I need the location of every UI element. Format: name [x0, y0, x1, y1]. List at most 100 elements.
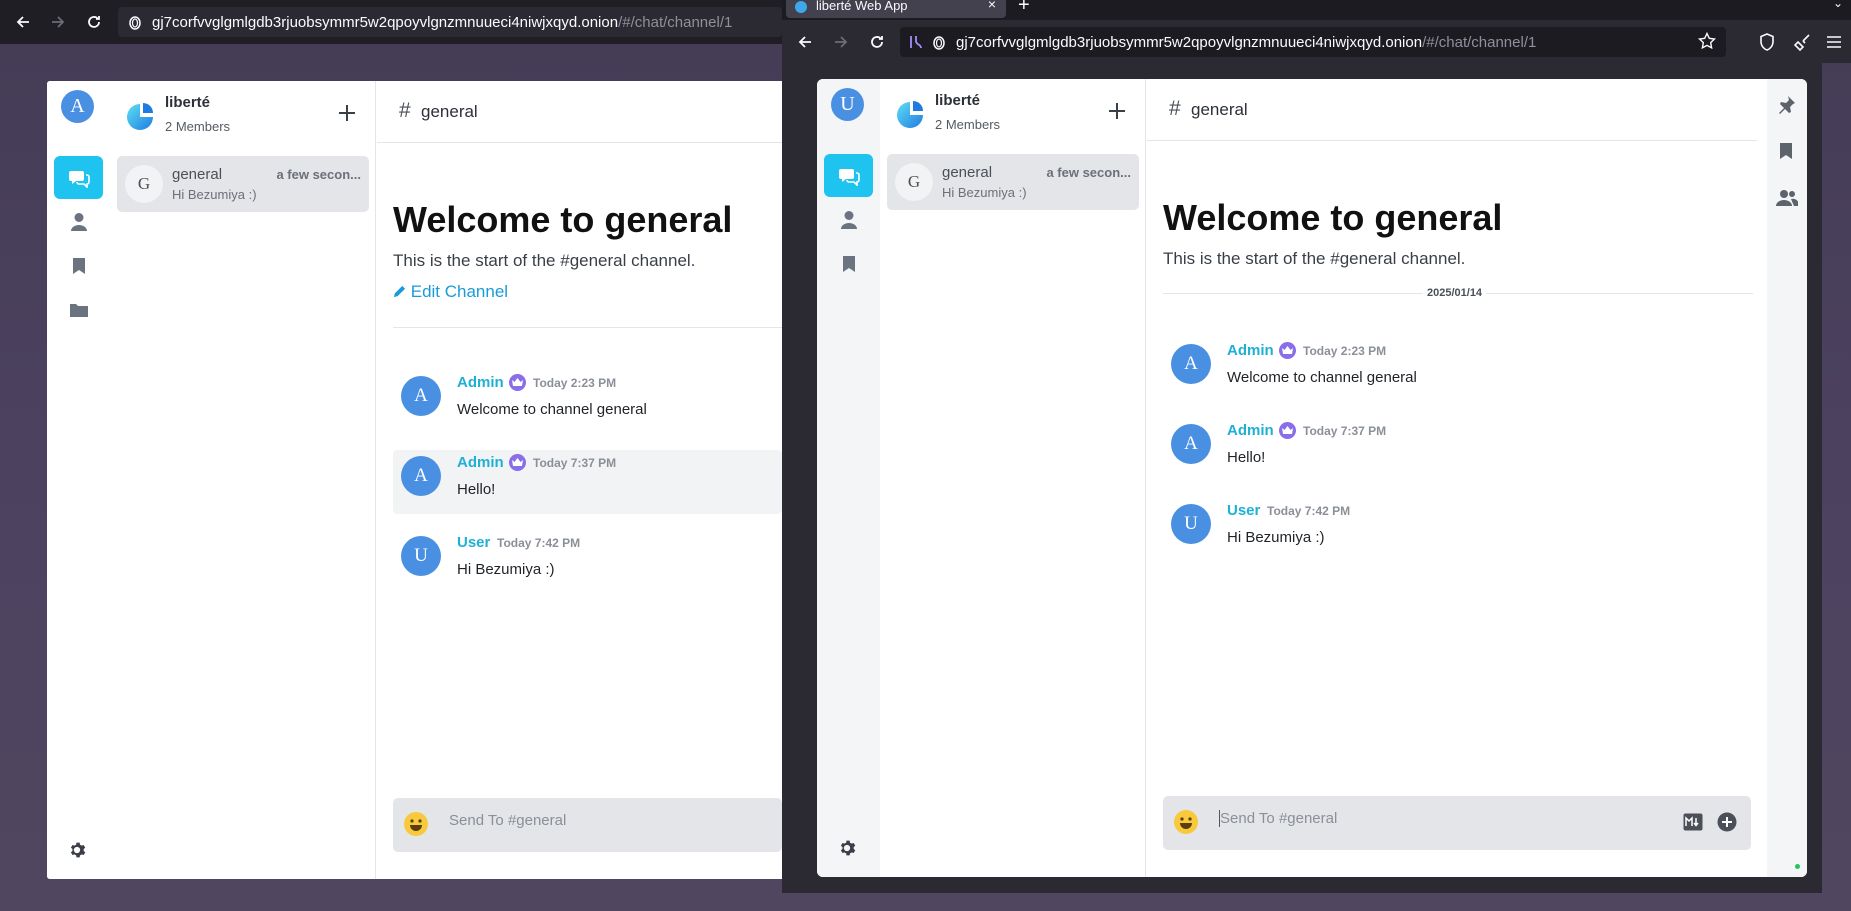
crown-icon: [509, 454, 526, 471]
message-text: Welcome to channel general: [1227, 369, 1417, 386]
back-icon[interactable]: [791, 28, 819, 56]
forward-icon[interactable]: [44, 8, 72, 36]
message-item[interactable]: A Admin Today 7:37 PM Hello!: [1163, 418, 1753, 482]
crown-icon: [1279, 342, 1296, 359]
edit-channel-link[interactable]: Edit Channel: [393, 282, 508, 302]
user-icon[interactable]: [54, 200, 103, 243]
message-item[interactable]: A Admin Today 2:23 PM Welcome to channel…: [1163, 338, 1753, 402]
left-url-bar[interactable]: gj7corfvvglgmlgdb3rjuobsymmr5w2qpoyvlgnz…: [118, 7, 782, 37]
menu-hamburger-icon[interactable]: [1820, 28, 1848, 56]
reload-icon[interactable]: [863, 28, 891, 56]
channel-avatar: G: [895, 163, 933, 201]
message-item[interactable]: A Admin Today 2:23 PM Welcome to channel…: [393, 370, 782, 434]
message-item[interactable]: A Admin Today 7:37 PM Hello!: [393, 450, 782, 514]
emoji-icon[interactable]: [1173, 809, 1199, 835]
add-channel-icon[interactable]: [1105, 99, 1129, 123]
right-side-toolbar: [1767, 79, 1807, 877]
message-time: Today 7:37 PM: [533, 456, 617, 470]
channel-item-general[interactable]: G general a few secon... Hi Bezumiya :): [117, 156, 369, 212]
tab-favicon-icon: [795, 1, 807, 13]
message-time: Today 7:42 PM: [497, 536, 581, 550]
pin-icon[interactable]: [1776, 95, 1798, 117]
add-attachment-icon[interactable]: [1717, 812, 1737, 832]
channel-name: general: [942, 164, 993, 181]
url-path: /#/chat/channel/1: [1422, 33, 1537, 51]
new-tab-icon[interactable]: +: [1018, 0, 1030, 17]
message-composer: [1163, 796, 1751, 850]
back-icon[interactable]: [9, 8, 37, 36]
message-input[interactable]: [1219, 810, 1619, 827]
message-author[interactable]: Admin: [457, 454, 504, 471]
message-composer: [393, 798, 782, 852]
reload-icon[interactable]: [80, 8, 108, 36]
welcome-subtitle: This is the start of the #general channe…: [1163, 249, 1466, 268]
settings-gear-icon[interactable]: [64, 837, 90, 863]
server-name: liberté: [165, 94, 211, 111]
forward-icon[interactable]: [827, 28, 855, 56]
chat-icon[interactable]: [824, 154, 873, 197]
emoji-icon[interactable]: [403, 811, 429, 837]
user-avatar[interactable]: A: [61, 90, 94, 123]
tab-title: liberté Web App: [816, 0, 908, 13]
left-chat-main: # general Welcome to general This is the…: [377, 81, 782, 879]
server-logo-icon: [127, 103, 153, 130]
chat-header-title: general: [1191, 100, 1248, 119]
message-text: Hi Bezumiya :): [457, 561, 555, 578]
message-time: Today 7:42 PM: [1267, 504, 1351, 518]
server-members: 2 Members: [935, 117, 1001, 132]
message-item[interactable]: U User Today 7:42 PM Hi Bezumiya :): [1163, 498, 1753, 562]
message-input[interactable]: [449, 812, 782, 829]
message-author[interactable]: Admin: [1227, 342, 1274, 359]
tab-list-icon[interactable]: ⌄: [1833, 0, 1843, 10]
bookmark-icon[interactable]: [1776, 142, 1798, 164]
chat-header: # general: [377, 81, 782, 143]
left-app-window: A liberté 2 Members G general a few seco…: [47, 81, 782, 879]
right-browser-chrome: liberté Web App × + ⌄ gj7corfvvglgmlgdb3…: [782, 0, 1851, 63]
channel-time: a few secon...: [1046, 165, 1131, 180]
active-tab[interactable]: liberté Web App ×: [786, 0, 1006, 18]
chat-header-title: general: [421, 102, 478, 121]
user-icon[interactable]: [824, 198, 873, 241]
onion-icon: [128, 14, 142, 30]
message-author[interactable]: Admin: [1227, 422, 1274, 439]
hash-icon: #: [399, 99, 411, 122]
settings-gear-icon[interactable]: [834, 835, 860, 861]
bookmark-icon[interactable]: [824, 242, 873, 285]
message-author[interactable]: User: [1227, 502, 1260, 519]
message-avatar: A: [1171, 344, 1211, 384]
markdown-icon[interactable]: [1683, 813, 1703, 831]
message-text: Hello!: [457, 481, 496, 498]
right-chat-main: # general Welcome to general This is the…: [1147, 79, 1757, 877]
bookmark-icon[interactable]: [54, 244, 103, 287]
new-identity-broom-icon[interactable]: [1789, 28, 1817, 56]
folder-icon[interactable]: [54, 288, 103, 331]
server-name: liberté: [935, 92, 981, 109]
hash-icon: #: [1169, 97, 1181, 120]
add-channel-icon[interactable]: [335, 101, 359, 125]
chat-icon[interactable]: [54, 156, 103, 199]
channel-time: a few secon...: [276, 167, 361, 182]
right-channel-panel: liberté 2 Members G general a few secon.…: [880, 79, 1146, 877]
chat-header: # general: [1147, 79, 1757, 141]
tab-close-icon[interactable]: ×: [988, 0, 996, 12]
welcome-subtitle: This is the start of the #general channe…: [393, 251, 696, 270]
welcome-divider: [393, 327, 782, 328]
message-item[interactable]: U User Today 7:42 PM Hi Bezumiya :): [393, 530, 782, 594]
message-author[interactable]: Admin: [457, 374, 504, 391]
crown-icon: [1279, 422, 1296, 439]
shield-icon[interactable]: [1753, 28, 1781, 56]
url-host: gj7corfvvglgmlgdb3rjuobsymmr5w2qpoyvlgnz…: [152, 13, 619, 31]
welcome-title: Welcome to general: [1163, 197, 1503, 238]
user-avatar[interactable]: U: [831, 88, 864, 121]
message-author[interactable]: User: [457, 534, 490, 551]
pencil-icon: [393, 285, 406, 298]
right-url-bar[interactable]: gj7corfvvglgmlgdb3rjuobsymmr5w2qpoyvlgnz…: [900, 27, 1726, 57]
bookmark-star-icon[interactable]: [1697, 31, 1717, 54]
channel-item-general[interactable]: G general a few secon... Hi Bezumiya :): [887, 154, 1139, 210]
crown-icon: [509, 374, 526, 391]
channel-avatar: G: [125, 165, 163, 203]
server-logo-icon: [897, 101, 923, 128]
status-dot: [1795, 864, 1800, 869]
message-time: Today 7:37 PM: [1303, 424, 1387, 438]
members-icon[interactable]: [1776, 189, 1799, 211]
